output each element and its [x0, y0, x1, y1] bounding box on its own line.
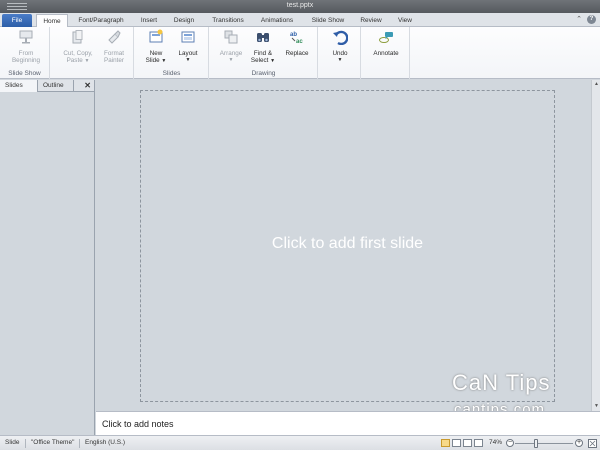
tab-review[interactable]: Review: [355, 14, 387, 27]
add-first-slide-text[interactable]: Click to add first slide: [141, 235, 554, 253]
slide-show-view-icon[interactable]: [474, 439, 483, 447]
annotate-button[interactable]: Annotate: [368, 29, 404, 57]
zoom-slider[interactable]: [515, 443, 573, 444]
from-beginning-label-2: Beginning: [11, 57, 40, 64]
tab-outline[interactable]: Outline: [38, 80, 74, 92]
format-painter-label-2: Painter: [104, 57, 124, 64]
undo-button[interactable]: Undo ▼: [325, 29, 355, 65]
tab-file[interactable]: File: [2, 14, 32, 27]
clipboard-icon: [72, 30, 83, 44]
tab-animations[interactable]: Animations: [254, 14, 300, 27]
undo-label-1: Undo: [332, 49, 348, 57]
tab-font-paragraph[interactable]: Font/Paragraph: [72, 14, 130, 27]
ribbon-controls: ⌃ ?: [575, 15, 596, 24]
tab-transitions[interactable]: Transitions: [205, 14, 251, 27]
slide-sorter-view-icon[interactable]: [452, 439, 461, 447]
svg-text:ac: ac: [296, 39, 303, 45]
layout-button[interactable]: Layout ▼: [173, 29, 203, 65]
format-painter-button[interactable]: Format Painter: [99, 29, 129, 65]
scroll-down-icon[interactable]: ▼: [593, 403, 600, 410]
zoom-slider-thumb[interactable]: [534, 439, 538, 448]
panel-tabs: Slides Outline ✕: [0, 80, 94, 92]
new-slide-label-2: Slide ▼: [145, 57, 167, 64]
projector-icon: [19, 30, 33, 44]
status-divider: [79, 439, 80, 448]
find-select-label-1: Find &: [253, 49, 273, 57]
group-undo: Undo ▼: [319, 27, 361, 79]
status-theme[interactable]: "Office Theme": [31, 439, 74, 446]
status-divider: [25, 439, 26, 448]
group-annotate: Annotate: [362, 27, 410, 79]
scroll-up-icon[interactable]: ▲: [593, 81, 600, 88]
tab-insert[interactable]: Insert: [134, 14, 164, 27]
group-label-slide-show: Slide Show: [8, 70, 41, 77]
tab-home[interactable]: Home: [36, 14, 68, 28]
vertical-scrollbar[interactable]: ▲ ▼: [591, 80, 600, 411]
replace-icon: ab ac: [290, 32, 303, 45]
layout-arrow: ▼: [185, 57, 191, 63]
arrange-arrow: ▼: [228, 57, 234, 63]
reading-view-icon[interactable]: [463, 439, 472, 447]
minimize-ribbon-icon[interactable]: ⌃: [575, 16, 583, 24]
find-select-button[interactable]: Find & Select ▼: [248, 29, 278, 66]
zoom-out-icon[interactable]: −: [506, 439, 514, 447]
cut-copy-label-2: Paste ▼: [66, 57, 90, 64]
watermark-title: CaN Tips: [452, 370, 551, 395]
slides-panel: Slides Outline ✕: [0, 80, 95, 435]
layout-icon: [181, 31, 195, 43]
title-bar: test.pptx: [0, 0, 600, 13]
first-slide-placeholder[interactable]: Click to add first slide: [140, 90, 555, 402]
layout-label-1: Layout: [178, 49, 198, 57]
new-slide-label-1: New: [149, 49, 163, 57]
cut-copy-paste-button[interactable]: Cut, Copy, Paste ▼: [58, 29, 98, 66]
zoom-level[interactable]: 74%: [489, 439, 502, 446]
ribbon-tab-row: File Home Font/Paragraph Insert Design T…: [0, 13, 600, 28]
ribbon: From Beginning Slide Show Cut, Copy, Pas…: [0, 27, 600, 79]
replace-button[interactable]: ab ac Replace: [280, 29, 314, 57]
group-label-drawing: Drawing: [251, 70, 276, 77]
arrange-icon: [224, 30, 238, 44]
undo-arrow: ▼: [337, 57, 343, 63]
annotate-label-1: Annotate: [373, 49, 399, 57]
slide-editing-area: Click to add first slide ▲ ▼: [96, 80, 600, 411]
cut-copy-label-1: Cut, Copy,: [63, 49, 93, 57]
from-beginning-button[interactable]: From Beginning: [5, 29, 47, 65]
status-slide: Slide: [5, 439, 20, 446]
arrange-label-1: Arrange: [219, 49, 243, 57]
annotate-icon: [379, 32, 393, 43]
status-language[interactable]: English (U.S.): [85, 439, 125, 446]
help-icon[interactable]: ?: [587, 15, 596, 24]
tab-view[interactable]: View: [391, 14, 419, 27]
format-painter-label-1: Format: [104, 49, 124, 57]
from-beginning-label-1: From: [18, 49, 34, 57]
group-clipboard: Cut, Copy, Paste ▼ Format Painter: [51, 27, 134, 79]
window-title: test.pptx: [286, 2, 314, 9]
notes-placeholder[interactable]: Click to add notes: [102, 419, 174, 429]
zoom-in-icon[interactable]: +: [575, 439, 583, 447]
tab-slide-show[interactable]: Slide Show: [304, 14, 352, 27]
group-label-slides: Slides: [162, 70, 181, 77]
normal-view-icon[interactable]: [441, 439, 450, 447]
replace-label-1: Replace: [285, 49, 309, 57]
paintbrush-icon: [108, 30, 121, 44]
new-slide-icon: [149, 29, 163, 43]
status-bar: Slide "Office Theme" English (U.S.) 74% …: [0, 435, 600, 450]
tab-slides[interactable]: Slides: [0, 80, 38, 92]
group-slides: New Slide ▼ Layout ▼ Slides: [135, 27, 209, 79]
undo-icon: [333, 30, 349, 46]
new-slide-button[interactable]: New Slide ▼: [141, 29, 171, 66]
close-panel-icon[interactable]: ✕: [84, 80, 91, 92]
arrange-button[interactable]: Arrange ▼: [216, 29, 246, 65]
group-slide-show: From Beginning Slide Show: [0, 27, 50, 79]
binoculars-icon: [257, 33, 269, 42]
fit-to-window-icon[interactable]: [588, 439, 597, 448]
tab-design[interactable]: Design: [168, 14, 200, 27]
group-drawing: Arrange ▼ Find & Select ▼ ab ac Replace …: [210, 27, 318, 79]
notes-pane[interactable]: Click to add notes: [96, 411, 600, 435]
svg-text:ab: ab: [290, 32, 297, 38]
find-select-label-2: Select ▼: [250, 57, 276, 64]
